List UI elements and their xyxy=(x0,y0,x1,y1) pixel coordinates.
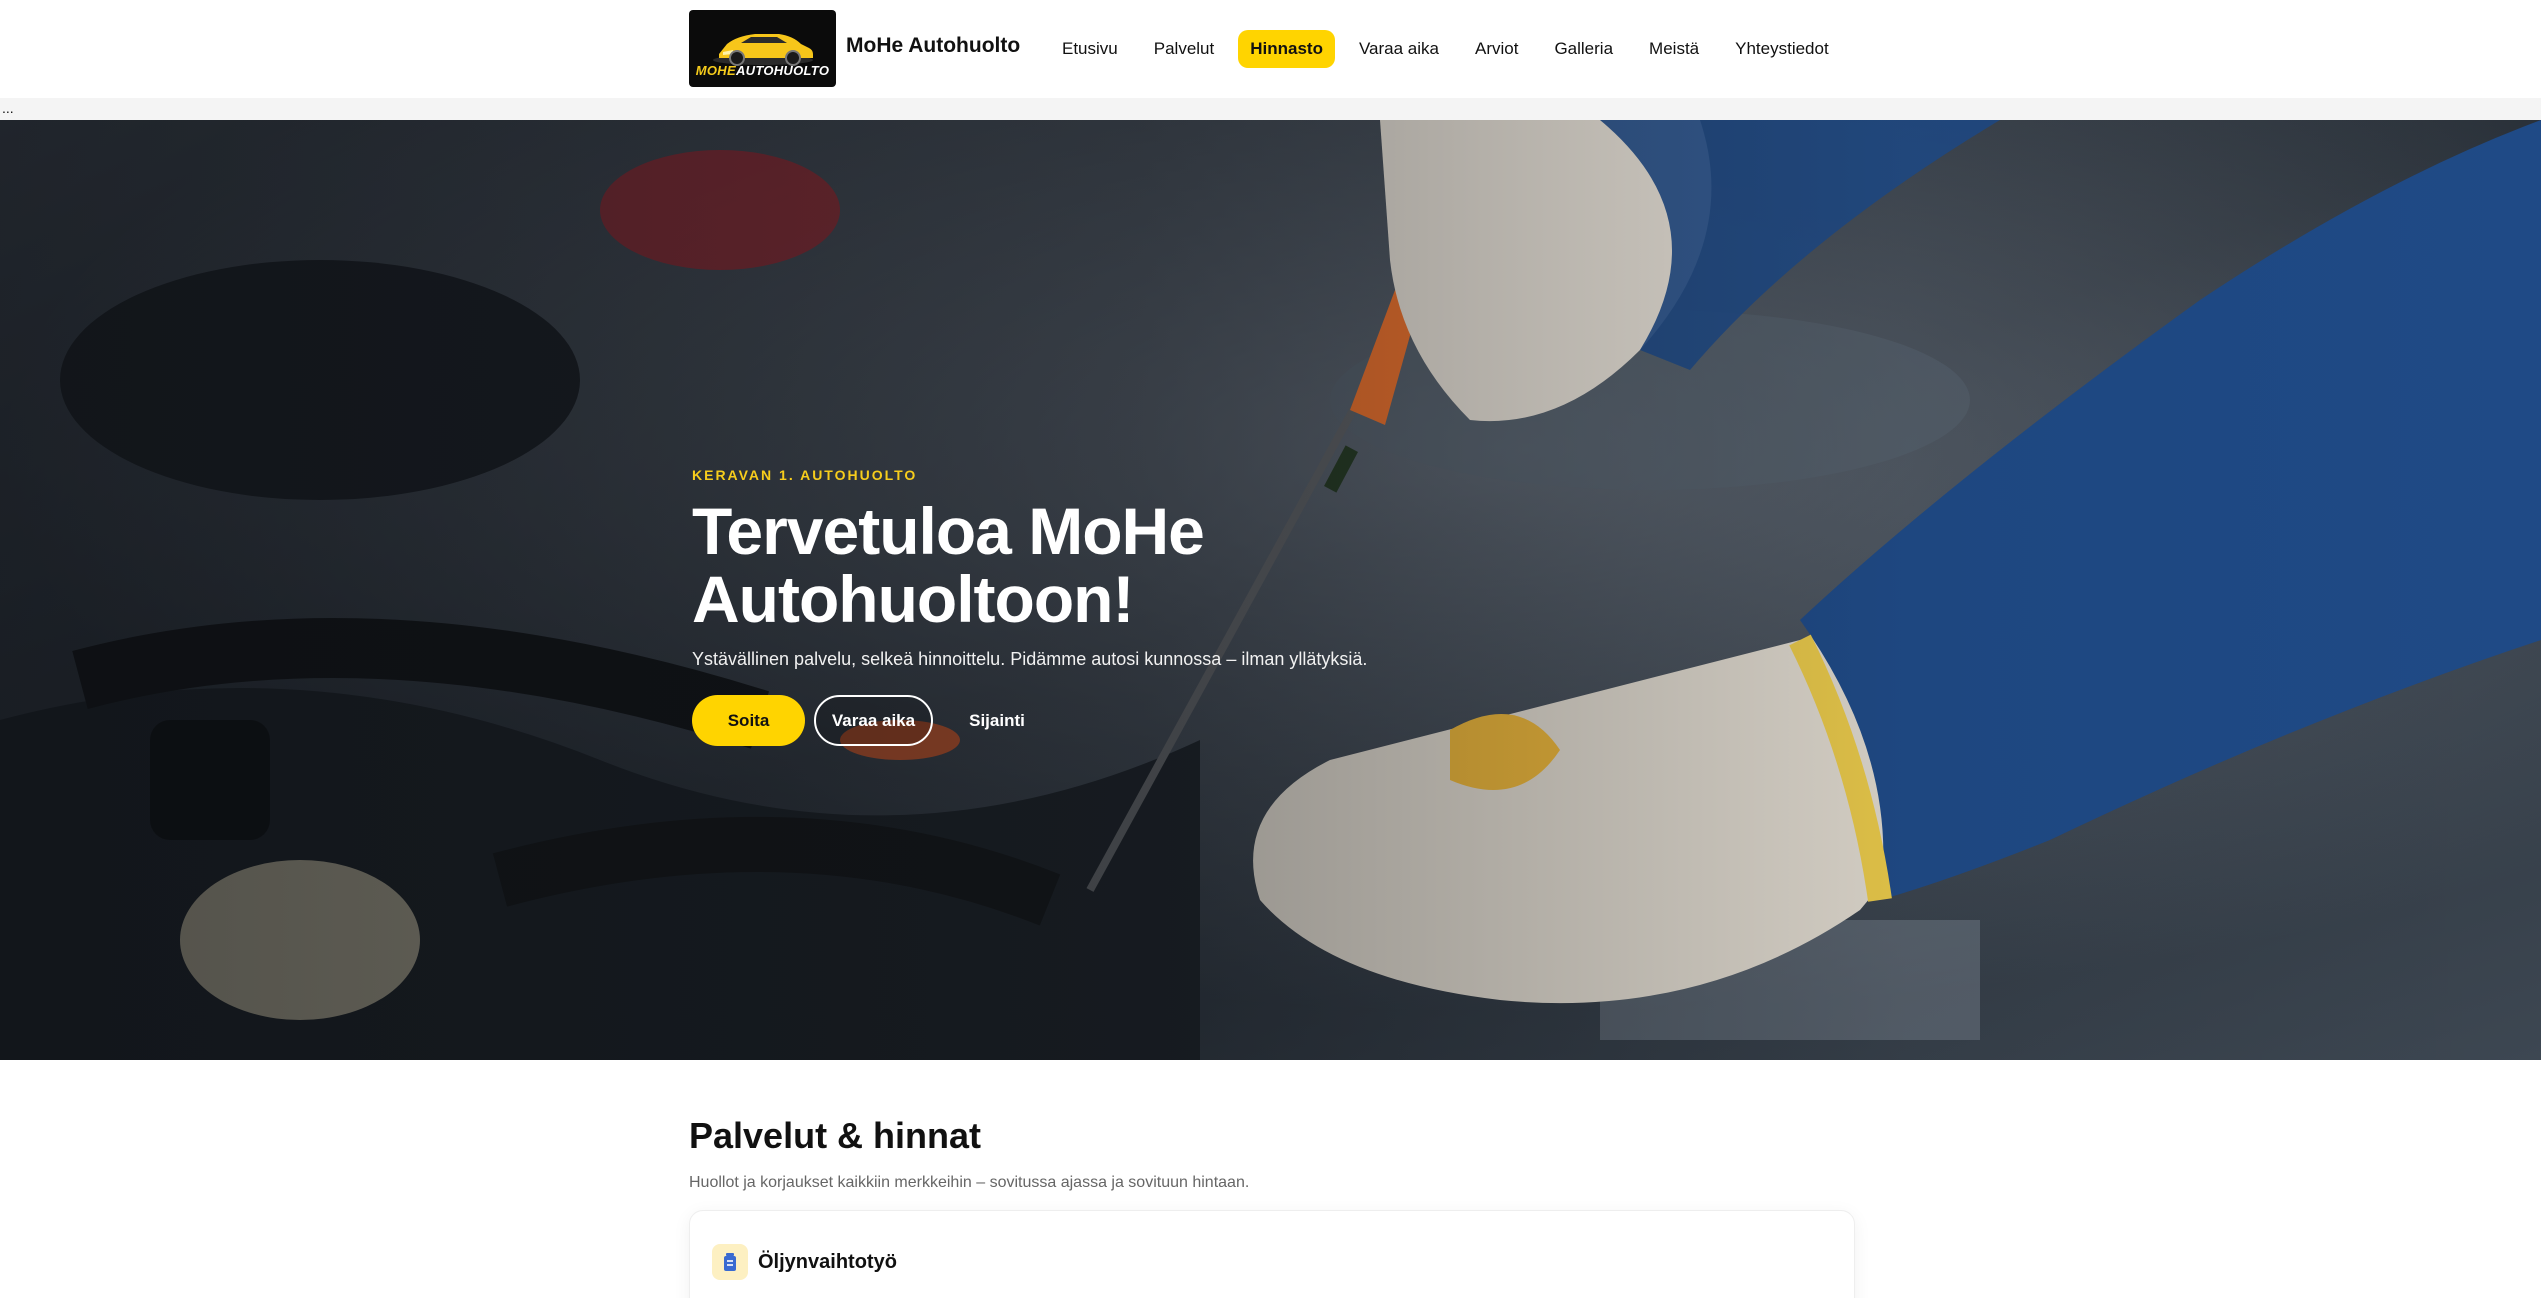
hero-eyebrow: KERAVAN 1. AUTOHUOLTO xyxy=(692,467,918,483)
brand-name[interactable]: MoHe Autohuolto xyxy=(846,34,1020,58)
hero-subtitle: Ystävällinen palvelu, selkeä hinnoittelu… xyxy=(692,649,1368,669)
hero-title-line1: Tervetuloa MoHe xyxy=(692,494,1205,568)
service-card[interactable]: Öljynvaihtotyö xyxy=(689,1210,1855,1298)
service-card-title: Öljynvaihtotyö xyxy=(758,1251,897,1273)
logo-word-autohuolto: AUTOHUOLTO xyxy=(735,63,830,78)
nav-item-meista[interactable]: Meistä xyxy=(1637,30,1711,68)
ellipsis-text: ... xyxy=(2,100,14,116)
nav-item-yhteystiedot[interactable]: Yhteystiedot xyxy=(1723,30,1841,68)
book-appointment-button[interactable]: Varaa aika xyxy=(814,695,933,746)
services-title: Palvelut & hinnat xyxy=(689,1115,982,1156)
nav-item-varaa-aika[interactable]: Varaa aika xyxy=(1347,30,1451,68)
main-nav: Etusivu Palvelut Hinnasto Varaa aika Arv… xyxy=(1050,30,1853,68)
header-divider-band xyxy=(0,98,2541,120)
site-header: MOHEAUTOHUOLTO MoHe Autohuolto Etusivu P… xyxy=(0,0,2541,98)
hero-content: KERAVAN 1. AUTOHUOLTO Tervetuloa MoHe Au… xyxy=(692,345,1592,746)
nav-item-etusivu[interactable]: Etusivu xyxy=(1050,30,1130,68)
nav-item-galleria[interactable]: Galleria xyxy=(1542,30,1625,68)
nav-item-arviot[interactable]: Arviot xyxy=(1463,30,1530,68)
logo[interactable]: MOHEAUTOHUOLTO xyxy=(689,10,836,87)
nav-item-hinnasto[interactable]: Hinnasto xyxy=(1238,30,1335,68)
services-subtitle: Huollot ja korjaukset kaikkiin merkkeihi… xyxy=(689,1174,1250,1191)
hero-actions: Soita Varaa aika Sijainti xyxy=(692,695,1592,746)
oil-can-icon xyxy=(712,1244,748,1280)
hero-title-line2: Autohuoltoon! xyxy=(692,562,1134,636)
logo-word-mohe: MOHE xyxy=(695,63,736,78)
call-button[interactable]: Soita xyxy=(692,695,805,746)
location-button[interactable]: Sijainti xyxy=(942,695,1052,746)
hero-title: Tervetuloa MoHe Autohuoltoon! xyxy=(692,497,1592,633)
nav-item-palvelut[interactable]: Palvelut xyxy=(1142,30,1226,68)
